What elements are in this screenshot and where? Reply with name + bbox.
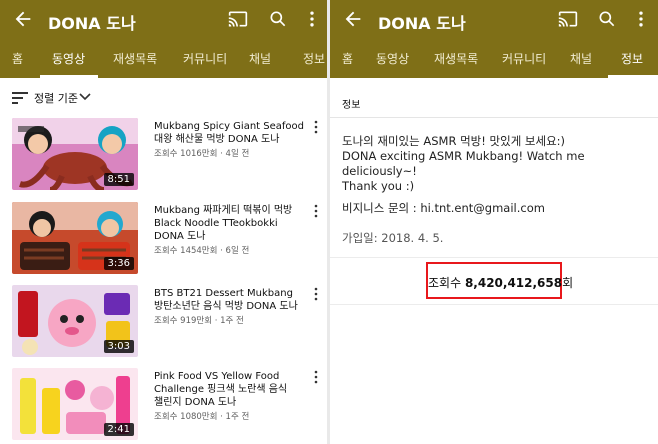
video-duration: 8:51 [103,173,134,186]
highlight-box: 조회수 8,420,412,658회 [426,262,573,299]
tab-home[interactable]: 홈 [342,50,353,67]
business-inquiry: 비지니스 문의 : hi.tnt.ent@gmail.com [342,201,545,215]
views-count: 8,420,412,658 [464,276,563,290]
chevron-down-icon [79,93,91,101]
app-bar: DONA 도나 홈 동영상 재생목록 커뮤니티 채널 정보 [0,0,327,78]
back-arrow-icon[interactable] [12,8,34,30]
back-arrow-icon[interactable] [342,8,364,30]
video-thumbnail[interactable]: 3:36 [12,202,138,274]
sort-icon [12,92,28,104]
video-thumbnail[interactable]: 3:03 [12,285,138,357]
video-meta: 조회수 919만회 · 1주 전 [154,316,244,326]
video-thumbnail[interactable]: 8:51 [12,118,138,190]
search-icon[interactable] [268,9,288,29]
video-info: Mukbang 짜파게티 떡볶이 먹방 Black Noodle TTeokbo… [154,204,304,256]
views-prefix: 조회수 [428,276,465,290]
about-screen: DONA 도나 홈 동영상 재생목록 커뮤니티 채널 정보 정보 도나의 재미있… [330,0,658,444]
video-item[interactable]: 3:03 BTS BT21 Dessert Mukbang 방탄소년단 음식 먹… [0,285,327,363]
video-info: Mukbang Spicy Giant Seafood 대왕 해산물 먹방 DO… [154,120,304,159]
channel-tabs: 홈 동영상 재생목록 커뮤니티 채널 정보 [330,40,658,78]
tab-channels[interactable]: 채널 [249,50,271,67]
tab-community[interactable]: 커뮤니티 [183,50,227,67]
more-options-icon[interactable] [631,9,651,29]
video-meta: 조회수 1080만회 · 1주 전 [154,412,250,422]
video-menu-icon[interactable] [312,120,320,134]
channel-description: 도나의 재미있는 ASMR 먹방! 맛있게 보세요:) DONA excitin… [342,134,585,193]
section-divider [330,117,658,118]
tab-videos[interactable]: 동영상 [52,50,85,67]
video-menu-icon[interactable] [312,204,320,218]
video-title[interactable]: BTS BT21 Dessert Mukbang 방탄소년단 음식 먹방 DON… [154,287,304,313]
video-title[interactable]: Mukbang Spicy Giant Seafood 대왕 해산물 먹방 DO… [154,120,304,146]
video-item[interactable]: 2:41 Pink Food VS Yellow Food Challenge … [0,368,327,444]
tab-playlists[interactable]: 재생목록 [113,50,157,67]
video-duration: 3:36 [103,257,134,270]
tab-channels[interactable]: 채널 [570,50,592,67]
video-meta: 조회수 1454만회 · 6일 전 [154,246,250,256]
search-icon[interactable] [597,9,617,29]
app-bar: DONA 도나 홈 동영상 재생목록 커뮤니티 채널 정보 [330,0,658,78]
video-item[interactable]: 3:36 Mukbang 짜파게티 떡볶이 먹방 Black Noodle TT… [0,202,327,280]
video-thumbnail[interactable]: 2:41 [12,368,138,440]
video-duration: 3:03 [103,340,134,353]
video-menu-icon[interactable] [312,287,320,301]
video-title[interactable]: Mukbang 짜파게티 떡볶이 먹방 Black Noodle TTeokbo… [154,204,304,243]
channel-title: DONA 도나 [378,14,466,33]
video-item[interactable]: 8:51 Mukbang Spicy Giant Seafood 대왕 해산물 … [0,118,327,196]
more-options-icon[interactable] [302,9,322,29]
cast-icon[interactable] [558,9,578,29]
active-tab-indicator [608,75,658,78]
video-meta: 조회수 1016만회 · 4일 전 [154,149,250,159]
active-tab-indicator [40,75,98,78]
tab-about[interactable]: 정보 [303,50,325,67]
section-divider [330,257,658,258]
tab-home[interactable]: 홈 [12,50,23,67]
tab-playlists[interactable]: 재생목록 [434,50,478,67]
sort-label: 정렬 기준 [34,92,78,105]
tab-community[interactable]: 커뮤니티 [502,50,546,67]
tab-about[interactable]: 정보 [621,50,643,67]
cast-icon[interactable] [228,9,248,29]
views-suffix: 회 [562,276,574,290]
video-title[interactable]: Pink Food VS Yellow Food Challenge 핑크색 노… [154,370,304,409]
video-duration: 2:41 [103,423,134,436]
channel-tabs: 홈 동영상 재생목록 커뮤니티 채널 정보 [0,40,327,78]
joined-date: 가입일: 2018. 4. 5. [342,231,444,245]
tab-videos[interactable]: 동영상 [376,50,409,67]
about-heading: 정보 [342,100,361,111]
total-views: 조회수 8,420,412,658회 [428,274,573,291]
video-info: BTS BT21 Dessert Mukbang 방탄소년단 음식 먹방 DON… [154,287,304,326]
videos-screen: DONA 도나 홈 동영상 재생목록 커뮤니티 채널 정보 정렬 기준 8:51… [0,0,327,444]
video-menu-icon[interactable] [312,370,320,384]
channel-title: DONA 도나 [48,14,136,33]
section-divider [330,304,658,305]
video-info: Pink Food VS Yellow Food Challenge 핑크색 노… [154,370,304,422]
sort-control[interactable]: 정렬 기준 [0,86,327,112]
